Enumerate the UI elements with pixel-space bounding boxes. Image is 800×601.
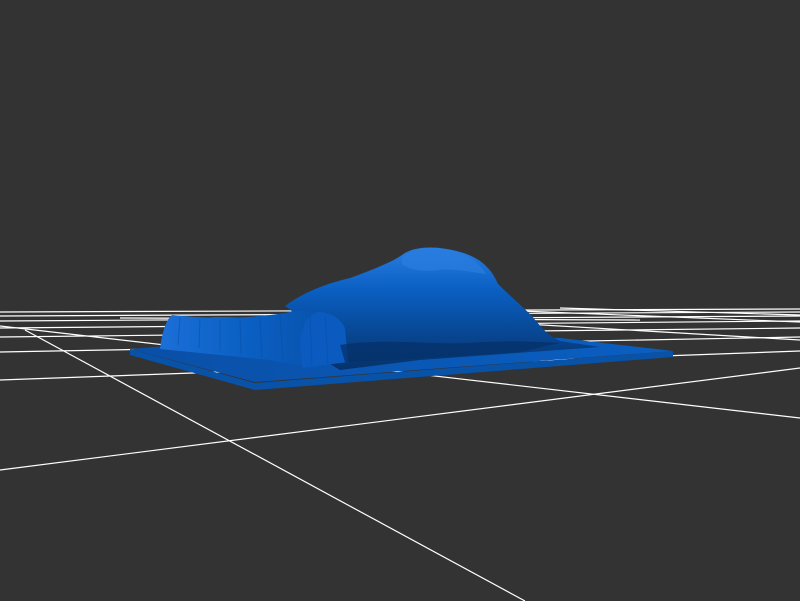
scene-canvas[interactable] (0, 0, 800, 601)
3d-viewport[interactable] (0, 0, 800, 601)
grid-line (0, 367, 800, 471)
terrain-model[interactable] (130, 247, 673, 390)
